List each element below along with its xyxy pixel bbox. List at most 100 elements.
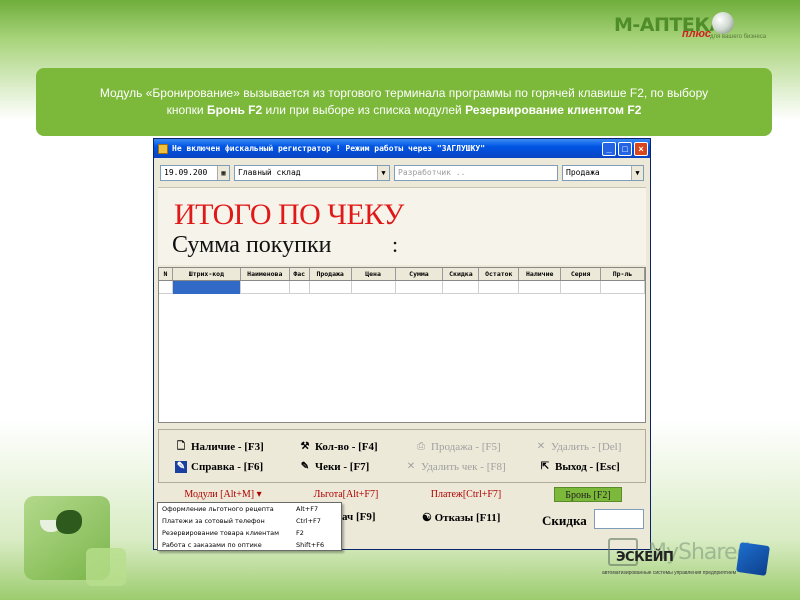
delete-button[interactable]: ✕ Удалить - [Del] bbox=[535, 440, 622, 454]
menu-item-label: Резервирование товара клиентам bbox=[162, 529, 279, 537]
herb-icon bbox=[56, 510, 82, 534]
modules-button[interactable]: Модули [Alt+M] ▾ bbox=[176, 487, 270, 502]
col-header[interactable]: Штрих-код bbox=[173, 268, 241, 280]
grid-cell[interactable] bbox=[159, 281, 173, 294]
button-label: Удалить чек - [F8] bbox=[421, 461, 506, 473]
cross-icon: ✕ bbox=[406, 461, 416, 472]
toolbar: 19.09.200 ▦ Главный склад ▼ Разработчик … bbox=[160, 165, 644, 183]
logo-tagline: для вашего бизнеса bbox=[710, 34, 767, 40]
payment-button[interactable]: Платеж[Ctrl+F7] bbox=[422, 487, 510, 502]
help-button[interactable]: ✎ Справка - [F6] bbox=[175, 460, 263, 474]
warehouse-value: Главный склад bbox=[238, 168, 301, 177]
button-label: Удалить - [Del] bbox=[551, 441, 622, 453]
decorative-square bbox=[86, 548, 126, 586]
button-label: Кол-во - [F4] bbox=[315, 441, 378, 453]
delete-receipt-button[interactable]: ✕ Удалить чек - [F8] bbox=[405, 460, 506, 474]
mode-select[interactable]: Продажа ▼ bbox=[562, 165, 644, 181]
m-apteka-logo: M-АПТЕКА плюс для вашего бизнеса bbox=[612, 10, 792, 46]
col-header[interactable]: Пр-ль bbox=[601, 268, 645, 280]
chevron-down-icon[interactable]: ▼ bbox=[377, 166, 389, 180]
minimize-button[interactable]: _ bbox=[602, 141, 616, 156]
grid-cell[interactable] bbox=[241, 281, 290, 294]
nalichie-button[interactable]: 🗋 Наличие - [F3] bbox=[175, 440, 264, 454]
grid-cell-selected[interactable] bbox=[172, 281, 241, 294]
close-button[interactable]: × bbox=[634, 141, 648, 156]
grid-cell[interactable] bbox=[601, 281, 645, 294]
exit-button[interactable]: ⇱ Выход - [Esc] bbox=[539, 460, 620, 474]
col-header[interactable]: Фас bbox=[290, 268, 310, 280]
grid-cell[interactable] bbox=[519, 281, 562, 294]
chevron-down-icon[interactable]: ▼ bbox=[631, 166, 643, 180]
menu-item-shortcut: Alt+F7 bbox=[296, 505, 319, 513]
mode-value: Продажа bbox=[566, 168, 600, 177]
printer-icon: ⎙ bbox=[417, 441, 425, 452]
grid-cell[interactable] bbox=[479, 281, 520, 294]
col-header[interactable]: Продажа bbox=[310, 268, 352, 280]
bron-button[interactable]: Бронь [F2] bbox=[554, 487, 622, 502]
banner-bold-bron: Бронь F2 bbox=[206, 103, 263, 117]
banner-line-2: кнопки Бронь F2 или при выборе из списка… bbox=[167, 102, 642, 119]
items-grid[interactable]: N Штрих-код Наименова Фас Продажа Цена С… bbox=[158, 267, 646, 423]
logo-plus-text: плюс bbox=[682, 28, 712, 40]
banner-text: кнопки bbox=[166, 103, 207, 117]
function-button-panel: 🗋 Наличие - [F3] ⚒ Кол-во - [F4] ⎙ Продажа … bbox=[158, 429, 646, 483]
button-label: Модули [Alt+M] bbox=[184, 489, 255, 500]
menu-item-shortcut: Shift+F6 bbox=[296, 541, 325, 549]
menu-item-label: Оформление льготного рецепта bbox=[162, 505, 274, 513]
refusal-icon: ☯ bbox=[422, 512, 432, 524]
col-header[interactable]: Остаток bbox=[479, 268, 520, 280]
grid-cell[interactable] bbox=[290, 281, 310, 294]
exit-icon: ⇱ bbox=[540, 461, 550, 472]
col-header[interactable]: N bbox=[159, 268, 173, 280]
banner-bold-reserve: Резервирование клиентом F2 bbox=[465, 103, 642, 117]
tools-icon: ⚒ bbox=[300, 441, 310, 452]
app-icon bbox=[158, 143, 168, 154]
window-titlebar[interactable]: Не включен фискальный регистратор ! Режи… bbox=[154, 139, 650, 158]
menu-item-phone-payments[interactable]: Платежи за сотовый телефон Ctrl+F7 bbox=[158, 515, 341, 527]
menu-item-optics-orders[interactable]: Работа с заказами по оптике Shift+F6 bbox=[158, 539, 341, 551]
window-title: Не включен фискальный регистратор ! Режи… bbox=[172, 144, 486, 153]
logo-ball-icon bbox=[712, 12, 734, 34]
receipts-button[interactable]: ✎ Чеки - [F7] bbox=[299, 460, 370, 474]
sum-label: Сумма покупки bbox=[172, 232, 332, 258]
menu-item-label: Работа с заказами по оптике bbox=[162, 541, 262, 549]
discount-input[interactable] bbox=[594, 509, 644, 529]
warehouse-select[interactable]: Главный склад ▼ bbox=[234, 165, 390, 181]
lgota-button[interactable]: Льгота[Alt+F7] bbox=[306, 487, 386, 502]
grid-cell[interactable] bbox=[352, 281, 396, 294]
document-icon: 🗋 bbox=[176, 441, 186, 452]
menu-item-reservation[interactable]: Резервирование товара клиентам F2 bbox=[158, 527, 341, 539]
quantity-button[interactable]: ⚒ Кол-во - [F4] bbox=[299, 440, 378, 454]
f9-button[interactable]: ач [F9] bbox=[342, 511, 376, 523]
calendar-icon[interactable]: ▦ bbox=[217, 166, 229, 180]
cross-icon: ✕ bbox=[536, 441, 546, 452]
refusals-button[interactable]: ☯ Отказы [F11] bbox=[422, 511, 500, 524]
col-header[interactable]: Цена bbox=[352, 268, 396, 280]
cube-logo-icon bbox=[736, 542, 770, 576]
button-label: Продажа - [F5] bbox=[431, 441, 501, 453]
col-header[interactable]: Скидка bbox=[443, 268, 480, 280]
date-field[interactable]: 19.09.200 ▦ bbox=[160, 165, 230, 181]
col-header[interactable]: Сумма bbox=[396, 268, 444, 280]
grid-cell[interactable] bbox=[561, 281, 602, 294]
col-header[interactable]: Серия bbox=[561, 268, 602, 280]
maximize-button[interactable]: □ bbox=[618, 141, 632, 156]
help-book-icon: ✎ bbox=[175, 461, 187, 473]
button-label: Выход - [Esc] bbox=[555, 461, 620, 473]
grid-cell[interactable] bbox=[396, 281, 444, 294]
terminal-window: Не включен фискальный регистратор ! Режи… bbox=[153, 138, 651, 550]
grid-cell[interactable] bbox=[310, 281, 352, 294]
col-header[interactable]: Наличие bbox=[519, 268, 562, 280]
menu-item-shortcut: F2 bbox=[296, 529, 304, 537]
eskeip-subtitle: автоматизированные системы управления пр… bbox=[602, 570, 737, 576]
description-banner: Модуль «Бронирование» вызывается из торг… bbox=[36, 68, 772, 136]
banner-text: или при выборе из списка модулей bbox=[262, 103, 466, 117]
grid-header: N Штрих-код Наименова Фас Продажа Цена С… bbox=[159, 268, 645, 281]
pen-icon: ✎ bbox=[300, 461, 310, 472]
col-header[interactable]: Наименова bbox=[241, 268, 290, 280]
sale-button[interactable]: ⎙ Продажа - [F5] bbox=[415, 440, 501, 454]
table-row[interactable] bbox=[159, 281, 645, 294]
menu-item-lgota-recipe[interactable]: Оформление льготного рецепта Alt+F7 bbox=[158, 503, 341, 515]
button-label: Чеки - [F7] bbox=[315, 461, 370, 473]
grid-cell[interactable] bbox=[443, 281, 480, 294]
